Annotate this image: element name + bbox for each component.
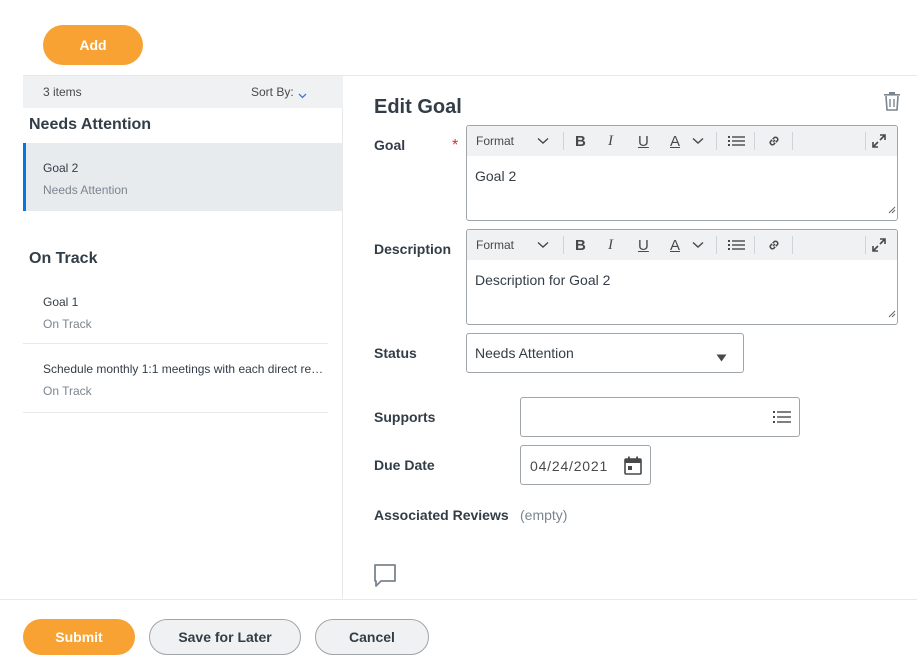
cancel-button[interactable]: Cancel xyxy=(315,619,429,655)
goal-list-panel: 3 items Sort By: Needs Attention Goal 2 … xyxy=(23,76,343,598)
goal-editor-text[interactable]: Goal 2 xyxy=(475,168,516,184)
due-date-label: Due Date xyxy=(374,457,435,473)
required-indicator: * xyxy=(452,137,459,154)
list-header: 3 items Sort By: xyxy=(23,76,343,108)
toolbar-divider xyxy=(716,236,717,254)
toolbar-divider xyxy=(865,132,866,150)
toolbar-divider xyxy=(754,236,755,254)
list-item-title: Goal 2 xyxy=(43,161,79,175)
toolbar-divider xyxy=(792,132,793,150)
status-value: Needs Attention xyxy=(475,345,574,361)
description-editor[interactable]: Format B I U A Description for Goal 2 xyxy=(466,229,898,325)
format-dropdown[interactable]: Format xyxy=(476,230,514,260)
chevron-down-icon[interactable] xyxy=(692,230,704,260)
goal-label: Goal xyxy=(374,137,406,153)
goal-editor-toolbar: Format B I U A xyxy=(467,126,897,156)
status-select[interactable]: Needs Attention xyxy=(466,333,744,373)
bold-button[interactable]: B xyxy=(575,230,586,260)
description-editor-toolbar: Format B I U A xyxy=(467,230,897,260)
underline-button[interactable]: U xyxy=(638,230,649,260)
prompt-list-icon[interactable] xyxy=(773,410,791,429)
resize-handle-icon[interactable] xyxy=(887,305,896,323)
submit-button[interactable]: Submit xyxy=(23,619,135,655)
list-item-title: Schedule monthly 1:1 meetings with each … xyxy=(43,362,329,376)
text-color-button[interactable]: A xyxy=(670,230,680,260)
sort-by-control[interactable]: Sort By: xyxy=(251,85,307,102)
calendar-icon[interactable] xyxy=(624,456,642,480)
group-heading-needs-attention: Needs Attention xyxy=(29,116,152,133)
italic-button[interactable]: I xyxy=(608,230,613,260)
toolbar-divider xyxy=(754,132,755,150)
link-icon[interactable] xyxy=(767,230,781,260)
bulleted-list-icon[interactable] xyxy=(728,230,745,260)
group-heading-on-track: On Track xyxy=(29,250,98,267)
underline-button[interactable]: U xyxy=(638,126,649,156)
status-label: Status xyxy=(374,345,417,361)
associated-reviews-value: (empty) xyxy=(520,507,568,523)
page-title: Edit Goal xyxy=(374,96,462,118)
sort-by-label: Sort By: xyxy=(251,85,294,99)
list-item-title: Goal 1 xyxy=(43,295,79,309)
expand-icon[interactable] xyxy=(872,230,886,260)
chevron-down-icon[interactable] xyxy=(298,90,307,102)
toolbar-divider xyxy=(563,132,564,150)
supports-input[interactable] xyxy=(520,397,800,437)
toolbar-divider xyxy=(716,132,717,150)
trash-icon[interactable] xyxy=(882,91,902,116)
toolbar-divider xyxy=(792,236,793,254)
item-count: 3 items xyxy=(43,85,82,99)
toolbar-divider xyxy=(563,236,564,254)
comment-icon[interactable] xyxy=(373,563,397,592)
list-item-status: On Track xyxy=(43,384,92,398)
goal-editor[interactable]: Format B I U A Goal 2 xyxy=(466,125,898,221)
list-item[interactable]: Schedule monthly 1:1 meetings with each … xyxy=(23,344,329,413)
description-editor-text[interactable]: Description for Goal 2 xyxy=(475,272,610,288)
link-icon[interactable] xyxy=(767,126,781,156)
list-item[interactable]: Goal 1 On Track xyxy=(23,278,328,344)
supports-label: Supports xyxy=(374,409,436,425)
add-button[interactable]: Add xyxy=(43,25,143,65)
description-label: Description xyxy=(374,241,452,257)
list-item-status: Needs Attention xyxy=(43,183,128,197)
footer-divider xyxy=(0,599,917,600)
due-date-input[interactable]: 04/24/2021 xyxy=(520,445,651,485)
caret-down-icon[interactable] xyxy=(716,349,727,367)
due-date-value: 04/24/2021 xyxy=(530,458,609,474)
list-item[interactable]: Goal 2 Needs Attention xyxy=(23,143,342,211)
text-color-button[interactable]: A xyxy=(670,126,680,156)
associated-reviews-label: Associated Reviews xyxy=(374,507,509,523)
chevron-down-icon[interactable] xyxy=(537,230,549,260)
italic-button[interactable]: I xyxy=(608,126,613,156)
resize-handle-icon[interactable] xyxy=(887,201,896,219)
chevron-down-icon[interactable] xyxy=(537,126,549,156)
list-item-status: On Track xyxy=(43,317,92,331)
toolbar-divider xyxy=(865,236,866,254)
bold-button[interactable]: B xyxy=(575,126,586,156)
format-dropdown[interactable]: Format xyxy=(476,126,514,156)
chevron-down-icon[interactable] xyxy=(692,126,704,156)
expand-icon[interactable] xyxy=(872,126,886,156)
bulleted-list-icon[interactable] xyxy=(728,126,745,156)
save-for-later-button[interactable]: Save for Later xyxy=(149,619,301,655)
